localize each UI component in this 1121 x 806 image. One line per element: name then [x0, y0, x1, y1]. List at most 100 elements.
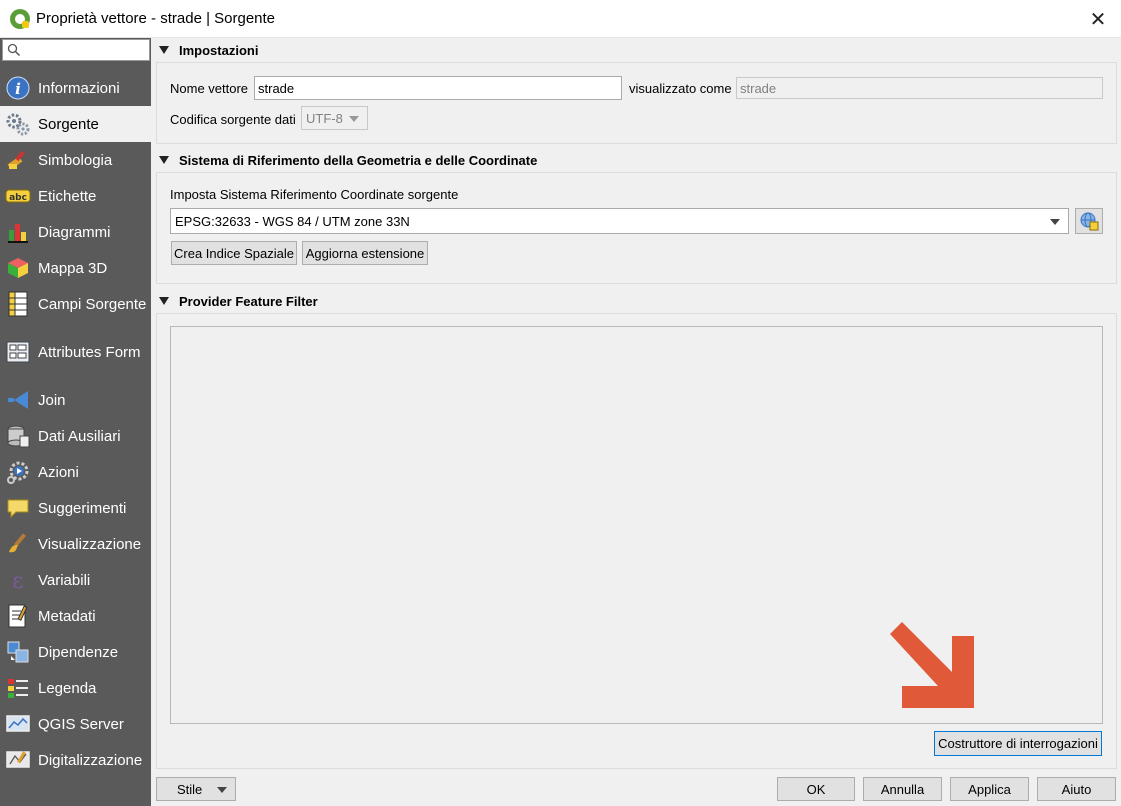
sidebar-item-label: Etichette	[38, 187, 97, 205]
sidebar-item-qgis-server[interactable]: QGIS Server	[0, 706, 151, 742]
actions-gear-icon	[5, 459, 31, 485]
annotation-arrow-icon	[890, 622, 974, 708]
sidebar-item-digitalizzazione[interactable]: Digitalizzazione	[0, 742, 151, 778]
sidebar-item-campi-sorgente[interactable]: Campi Sorgente	[0, 286, 151, 322]
sidebar-item-visualizzazione[interactable]: Visualizzazione	[0, 526, 151, 562]
svg-text:ε: ε	[12, 569, 23, 592]
layer-name-input[interactable]	[254, 76, 622, 100]
sidebar-item-label: Informazioni	[38, 79, 120, 97]
sidebar-item-sorgente[interactable]: Sorgente	[0, 106, 151, 142]
settings-group-header[interactable]: Impostazioni	[157, 39, 258, 61]
crs-group-title: Sistema di Riferimento della Geometria e…	[179, 152, 538, 168]
style-menu-button[interactable]: Stile	[156, 777, 236, 801]
update-extent-button[interactable]: Aggiorna estensione	[302, 241, 428, 265]
sidebar-item-label: Suggerimenti	[38, 499, 127, 517]
create-spatial-index-button[interactable]: Crea Indice Spaziale	[171, 241, 297, 265]
ok-button[interactable]: OK	[777, 777, 855, 801]
sidebar-item-label: Sorgente	[38, 115, 99, 133]
encoding-value: UTF-8	[306, 110, 343, 126]
join-icon	[5, 387, 31, 413]
digitizing-icon	[5, 747, 31, 773]
sidebar-item-label: Simbologia	[38, 151, 113, 169]
collapse-triangle-icon	[159, 46, 169, 54]
globe-icon	[1080, 212, 1099, 231]
settings-group-title: Impostazioni	[179, 42, 259, 58]
sidebar-item-diagrammi[interactable]: Diagrammi	[0, 214, 151, 250]
sidebar-item-label: Campi Sorgente	[38, 295, 147, 313]
tooltip-bubble-icon	[5, 495, 31, 521]
form-icon	[5, 339, 31, 365]
filter-group-title: Provider Feature Filter	[179, 293, 318, 309]
crs-group: Imposta Sistema Riferimento Coordinate s…	[156, 172, 1117, 284]
cancel-button[interactable]: Annulla	[863, 777, 942, 801]
legend-icon	[5, 675, 31, 701]
crs-selector-button[interactable]	[1075, 208, 1103, 234]
sidebar-item-label: Diagrammi	[38, 223, 111, 241]
query-builder-button[interactable]: Costruttore di interrogazioni	[934, 731, 1102, 756]
apply-button[interactable]: Applica	[950, 777, 1029, 801]
layer-name-label: Nome vettore	[170, 81, 249, 96]
dialog-button-bar: Stile OK Annulla Applica Aiuto	[151, 770, 1121, 806]
encoding-label: Codifica sorgente dati	[170, 112, 296, 127]
style-button-label: Stile	[177, 781, 203, 797]
close-button[interactable]: ✕	[1075, 0, 1121, 38]
sidebar-item-dati-ausiliari[interactable]: Dati Ausiliari	[0, 418, 151, 454]
rendering-brush-icon	[5, 531, 31, 557]
sidebar-item-metadati[interactable]: Metadati	[0, 598, 151, 634]
sidebar-item-label: Visualizzazione	[38, 535, 142, 553]
sidebar-item-label: QGIS Server	[38, 715, 124, 733]
svg-text:abc: abc	[9, 193, 27, 203]
fields-icon	[5, 291, 31, 317]
info-icon: i	[5, 75, 31, 101]
auxiliary-storage-icon	[5, 423, 31, 449]
sidebar-item-informazioni[interactable]: i Informazioni	[0, 70, 151, 106]
chevron-down-icon	[349, 116, 359, 122]
sidebar-item-label: Digitalizzazione	[38, 751, 143, 769]
svg-text:i: i	[15, 80, 21, 98]
set-source-crs-label: Imposta Sistema Riferimento Coordinate s…	[170, 187, 459, 202]
sidebar-item-azioni[interactable]: Azioni	[0, 454, 151, 490]
source-gears-icon	[5, 111, 31, 137]
sidebar-item-label: Mappa 3D	[38, 259, 108, 277]
sidebar-item-label: Attributes Form	[38, 343, 141, 361]
collapse-triangle-icon	[159, 156, 169, 164]
sidebar: i Informazioni Sorgente Simbologia abc E…	[0, 38, 154, 806]
crs-selected-value: EPSG:32633 - WGS 84 / UTM zone 33N	[175, 213, 410, 229]
symbology-brush-icon	[5, 147, 31, 173]
displayed-as-label: visualizzato come	[629, 81, 732, 96]
chevron-down-icon	[1050, 219, 1060, 225]
main-panel: Impostazioni Nome vettore visualizzato c…	[151, 38, 1121, 770]
sidebar-item-legenda[interactable]: Legenda	[0, 670, 151, 706]
qgis-logo-icon	[10, 8, 30, 29]
sidebar-search-input[interactable]	[25, 41, 145, 59]
dependencies-icon	[5, 639, 31, 665]
help-button[interactable]: Aiuto	[1037, 777, 1116, 801]
encoding-combo: UTF-8	[301, 106, 368, 130]
sidebar-item-etichette[interactable]: abc Etichette	[0, 178, 151, 214]
sidebar-item-attributes-form[interactable]: Attributes Form	[0, 334, 151, 370]
search-icon	[7, 43, 21, 57]
displayed-as-input	[736, 77, 1103, 99]
sidebar-item-label: Dati Ausiliari	[38, 427, 121, 445]
diagram-icon	[5, 219, 31, 245]
close-icon: ✕	[1089, 8, 1107, 31]
sidebar-item-join[interactable]: Join	[0, 382, 151, 418]
sidebar-item-label: Legenda	[38, 679, 97, 697]
crs-group-header[interactable]: Sistema di Riferimento della Geometria e…	[157, 149, 537, 171]
sidebar-search[interactable]	[2, 39, 150, 61]
collapse-triangle-icon	[159, 297, 169, 305]
crs-select[interactable]: EPSG:32633 - WGS 84 / UTM zone 33N	[170, 208, 1069, 234]
sidebar-item-label: Dipendenze	[38, 643, 119, 661]
title-bar: Proprietà vettore - strade | Sorgente ✕	[0, 0, 1121, 38]
sidebar-item-mappa-3d[interactable]: Mappa 3D	[0, 250, 151, 286]
filter-group-header[interactable]: Provider Feature Filter	[157, 290, 318, 312]
metadata-pen-icon	[5, 603, 31, 629]
sidebar-item-simbologia[interactable]: Simbologia	[0, 142, 151, 178]
sidebar-item-suggerimenti[interactable]: Suggerimenti	[0, 490, 151, 526]
chevron-down-icon	[217, 787, 227, 793]
sidebar-item-label: Metadati	[38, 607, 96, 625]
sidebar-item-label: Azioni	[38, 463, 79, 481]
sidebar-item-variabili[interactable]: ε Variabili	[0, 562, 151, 598]
variables-epsilon-icon: ε	[5, 567, 31, 593]
sidebar-item-dipendenze[interactable]: Dipendenze	[0, 634, 151, 670]
